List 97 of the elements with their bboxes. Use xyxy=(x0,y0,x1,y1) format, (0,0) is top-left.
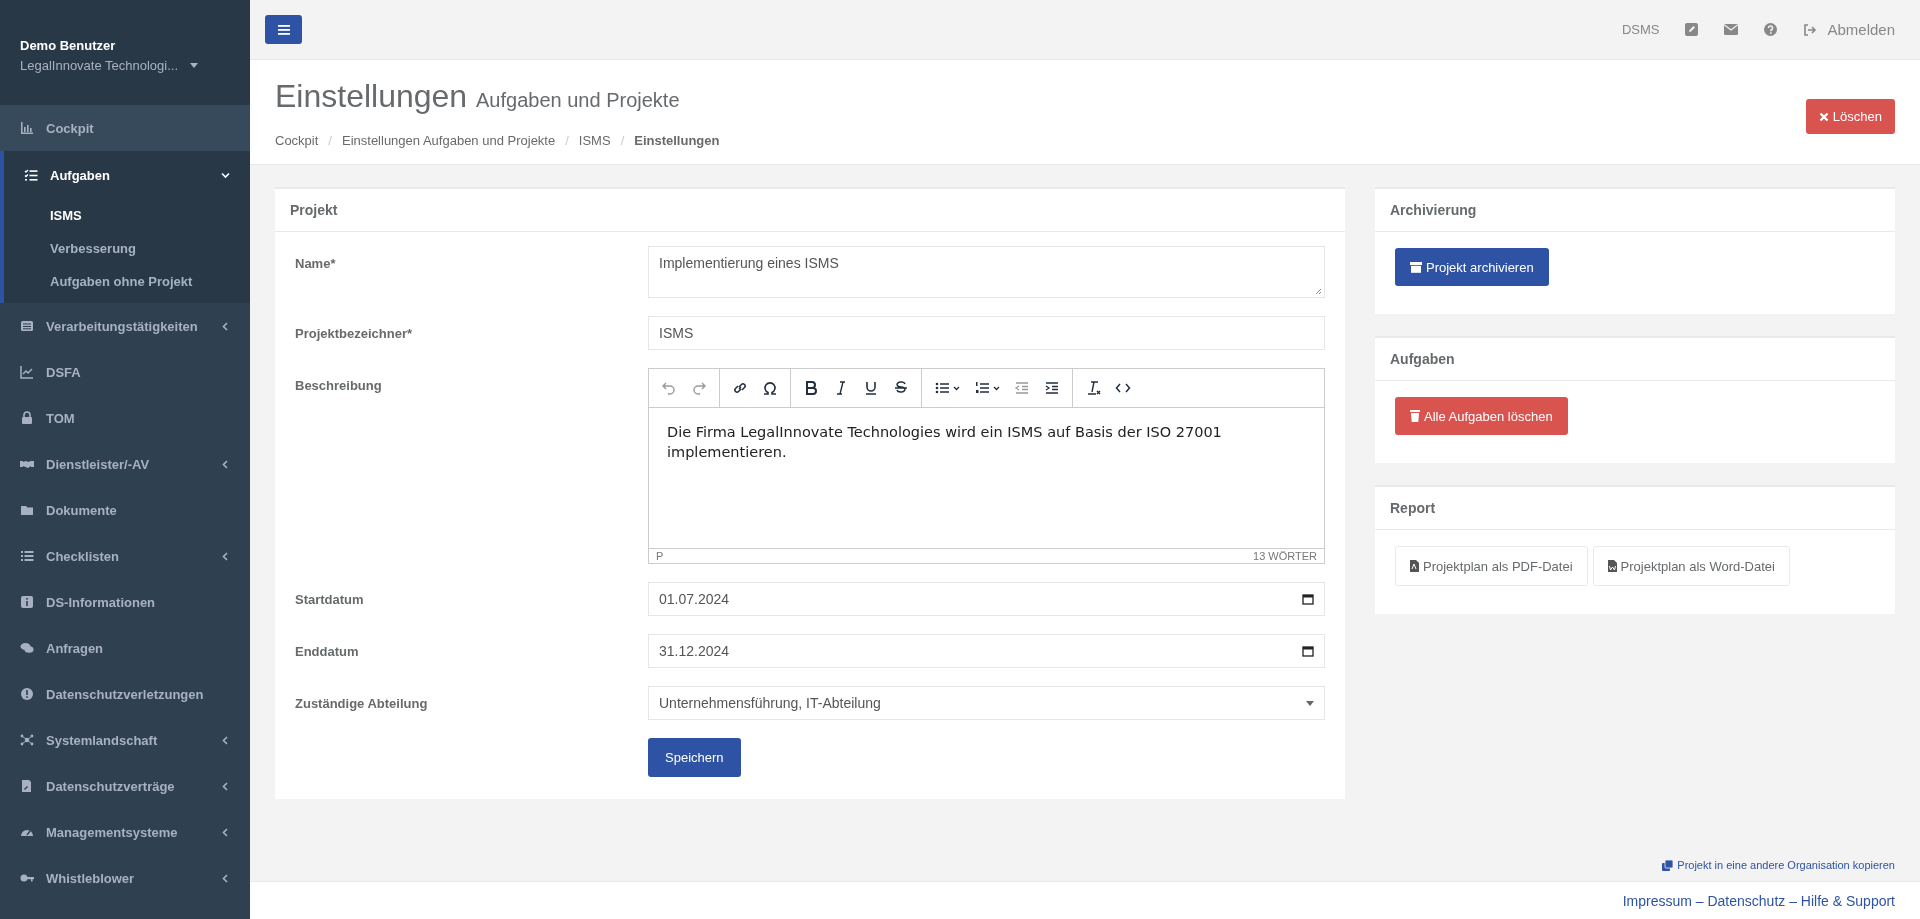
field-label: Startdatum xyxy=(295,591,365,607)
field-label: Zuständige Abteilung xyxy=(295,695,429,711)
description-text[interactable]: Die Firma LegalInnovate Technologies wird ein ISMS auf Basis der ISO 27001 implementieren. xyxy=(667,422,1306,463)
lock-icon xyxy=(20,411,34,425)
mail-icon[interactable] xyxy=(1724,24,1739,35)
copy-icon xyxy=(1662,859,1674,871)
undo-icon[interactable] xyxy=(661,380,677,396)
department-select[interactable]: Unternehmensführung, IT-Abteilung xyxy=(648,686,1325,720)
table-icon xyxy=(20,319,34,333)
app-link[interactable]: DSMS xyxy=(1621,22,1660,37)
close-icon xyxy=(1818,111,1829,122)
card-title: Report xyxy=(1375,487,1895,530)
trash-icon xyxy=(1410,410,1420,422)
footer-links[interactable]: Impressum – Datenschutz – Hilfe & Support xyxy=(1622,892,1895,909)
alert-icon xyxy=(20,687,34,701)
download-button[interactable]: Projektplan als Word-Datei xyxy=(1592,546,1790,586)
sidebar-item[interactable]: Datenschutzverträge xyxy=(0,763,250,809)
sidebar-item[interactable]: Datenschutzverletzungen xyxy=(0,671,250,717)
underline-icon[interactable] xyxy=(863,380,879,396)
chart-icon xyxy=(20,121,34,135)
breadcrumb-link[interactable]: Cockpit xyxy=(275,133,319,148)
breadcrumb-separator: / xyxy=(620,133,625,148)
save-button[interactable]: Speichern xyxy=(648,738,741,777)
strikethrough-icon[interactable] xyxy=(893,380,909,396)
calendar-icon[interactable] xyxy=(1302,593,1314,605)
chat-icon xyxy=(20,641,34,655)
sidebar-item[interactable]: Managementsysteme xyxy=(0,809,250,855)
indent-icon[interactable] xyxy=(1044,380,1060,396)
redo-icon[interactable] xyxy=(691,380,707,396)
field-label: Name* xyxy=(295,255,337,271)
sidebar-item[interactable]: DS-Informationen xyxy=(0,579,250,625)
numbered-list-icon[interactable] xyxy=(974,380,1000,396)
sidebar-item[interactable]: Dienstleister/-AV xyxy=(0,441,250,487)
sidebar-item[interactable]: Anfragen xyxy=(0,625,250,671)
sidebar-item[interactable]: Aufgaben xyxy=(4,151,250,199)
pdf-file-icon xyxy=(1410,560,1419,572)
list-icon xyxy=(20,549,34,563)
date-input[interactable]: 31.12.2024 xyxy=(648,634,1325,668)
download-button[interactable]: Projektplan als PDF-Datei xyxy=(1395,546,1588,586)
sidebar-item[interactable]: Cockpit xyxy=(0,105,250,151)
menu-icon xyxy=(277,24,290,35)
submenu-item[interactable]: Aufgaben ohne Projekt xyxy=(4,265,250,303)
field-label: Beschreibung xyxy=(295,377,383,393)
archive-button[interactable]: Projekt archivieren xyxy=(1395,248,1549,286)
user-name: Demo Benutzer xyxy=(20,38,117,53)
tasks-icon xyxy=(24,168,38,182)
breadcrumb-link[interactable]: ISMS xyxy=(578,133,611,148)
sidebar-item[interactable]: Checklisten xyxy=(0,533,250,579)
line-icon xyxy=(20,365,34,379)
card-title: Aufgaben xyxy=(1375,338,1895,381)
archive-icon xyxy=(1410,261,1422,273)
word-count: 13 WÖRTER xyxy=(1253,550,1317,562)
field-label: Projektbezeichner* xyxy=(295,325,414,341)
sidebar-item[interactable]: TOM xyxy=(0,395,250,441)
sidebar-item[interactable]: Dokumente xyxy=(0,487,250,533)
bullet-list-icon[interactable] xyxy=(934,380,960,396)
bold-icon[interactable] xyxy=(803,380,819,396)
sidebar-item[interactable]: DSFA xyxy=(0,349,250,395)
name-textarea[interactable]: Implementierung eines ISMS xyxy=(648,246,1325,298)
card-title: Projekt xyxy=(275,189,1345,232)
text-input[interactable]: ISMS xyxy=(648,316,1325,350)
card-title: Archivierung xyxy=(1375,189,1895,232)
organization-dropdown[interactable]: LegalInnovate Technologi... xyxy=(20,58,230,73)
page-title: Einstellungen xyxy=(275,78,468,114)
menu-button[interactable] xyxy=(265,15,302,44)
copy-project-link[interactable]: Projekt in eine andere Organisation kopieren xyxy=(1662,859,1895,871)
sidebar-item[interactable]: Verarbeitungstätigkeiten xyxy=(0,303,250,349)
delete-button[interactable]: Löschen xyxy=(1805,99,1895,134)
breadcrumb-link[interactable]: Einstellungen Aufgaben und Projekte xyxy=(342,133,556,148)
field-label: Enddatum xyxy=(295,643,360,659)
sidebar-item[interactable]: Whistleblower xyxy=(0,855,250,901)
link-icon[interactable] xyxy=(732,380,748,396)
logout-link[interactable]: Abmelden xyxy=(1803,21,1895,38)
info-icon xyxy=(20,595,34,609)
date-input[interactable]: 01.07.2024 xyxy=(648,582,1325,616)
caret-icon xyxy=(190,63,199,68)
caret-icon xyxy=(1306,700,1314,706)
element-path: P xyxy=(656,550,664,562)
word-file-icon xyxy=(1607,560,1617,572)
breadcrumb-separator: / xyxy=(565,133,569,148)
outdent-icon[interactable] xyxy=(1014,380,1030,396)
help-icon[interactable] xyxy=(1764,23,1778,36)
breadcrumb-separator: / xyxy=(328,133,332,148)
submenu-item[interactable]: Verbesserung xyxy=(4,232,250,265)
sidebar-item[interactable]: Systemlandschaft xyxy=(0,717,250,763)
page-subtitle: Aufgaben und Projekte xyxy=(476,89,680,111)
submenu-item[interactable]: ISMS xyxy=(4,199,250,232)
resize-handle-icon[interactable] xyxy=(1315,288,1322,295)
calendar-icon[interactable] xyxy=(1302,645,1314,657)
contract-icon xyxy=(20,779,34,793)
folder-icon xyxy=(20,503,34,517)
delete-all-button[interactable]: Alle Aufgaben löschen xyxy=(1395,397,1568,435)
edit-icon[interactable] xyxy=(1685,23,1699,36)
clear-formatting-icon[interactable] xyxy=(1085,380,1101,396)
network-icon xyxy=(20,733,34,747)
sign-out-icon xyxy=(1803,23,1818,36)
omega-icon[interactable] xyxy=(762,380,778,396)
